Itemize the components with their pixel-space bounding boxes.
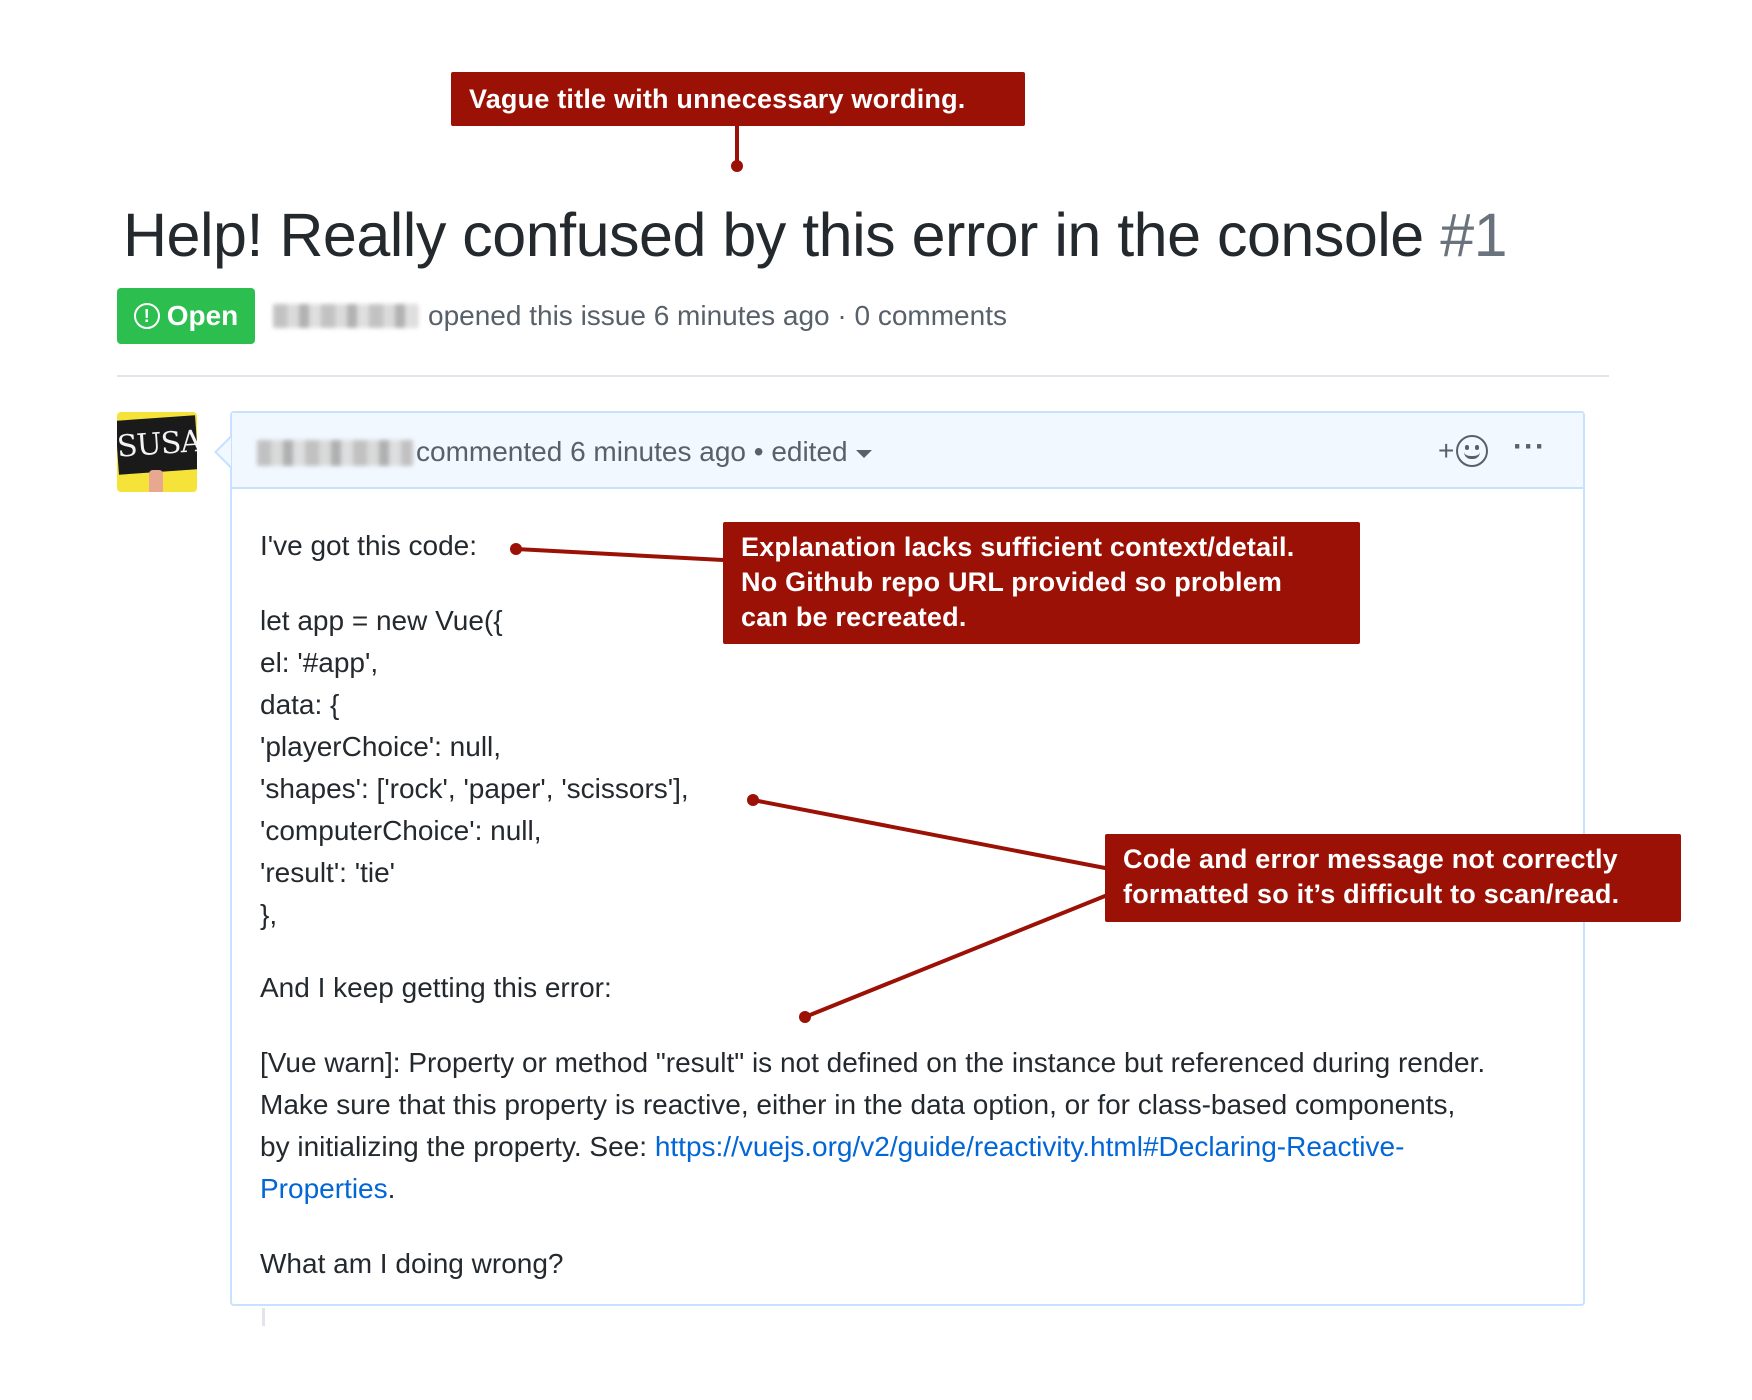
- format-annotation-line: formatted so it’s difficult to scan/read…: [1123, 879, 1620, 909]
- error-leader-dot: [799, 1011, 811, 1023]
- code-leader-dot: [747, 794, 759, 806]
- explanation-annotation-line: can be recreated.: [741, 602, 967, 632]
- explanation-annotation: Explanation lacks sufficient context/det…: [723, 522, 1360, 644]
- explanation-leader-line: [514, 547, 725, 562]
- error-leader-line: [803, 894, 1107, 1019]
- title-annotation: Vague title with unnecessary wording.: [451, 72, 1025, 126]
- title-leader-dot: [731, 160, 743, 172]
- explanation-annotation-line: Explanation lacks sufficient context/det…: [741, 532, 1295, 562]
- format-annotation: Code and error message not correctly for…: [1105, 834, 1681, 922]
- explanation-leader-dot: [510, 543, 522, 555]
- explanation-annotation-line: No Github repo URL provided so problem: [741, 567, 1283, 597]
- format-annotation-line: Code and error message not correctly: [1123, 844, 1618, 874]
- code-leader-line: [751, 798, 1107, 870]
- annotation-leaders: [510, 124, 1107, 1023]
